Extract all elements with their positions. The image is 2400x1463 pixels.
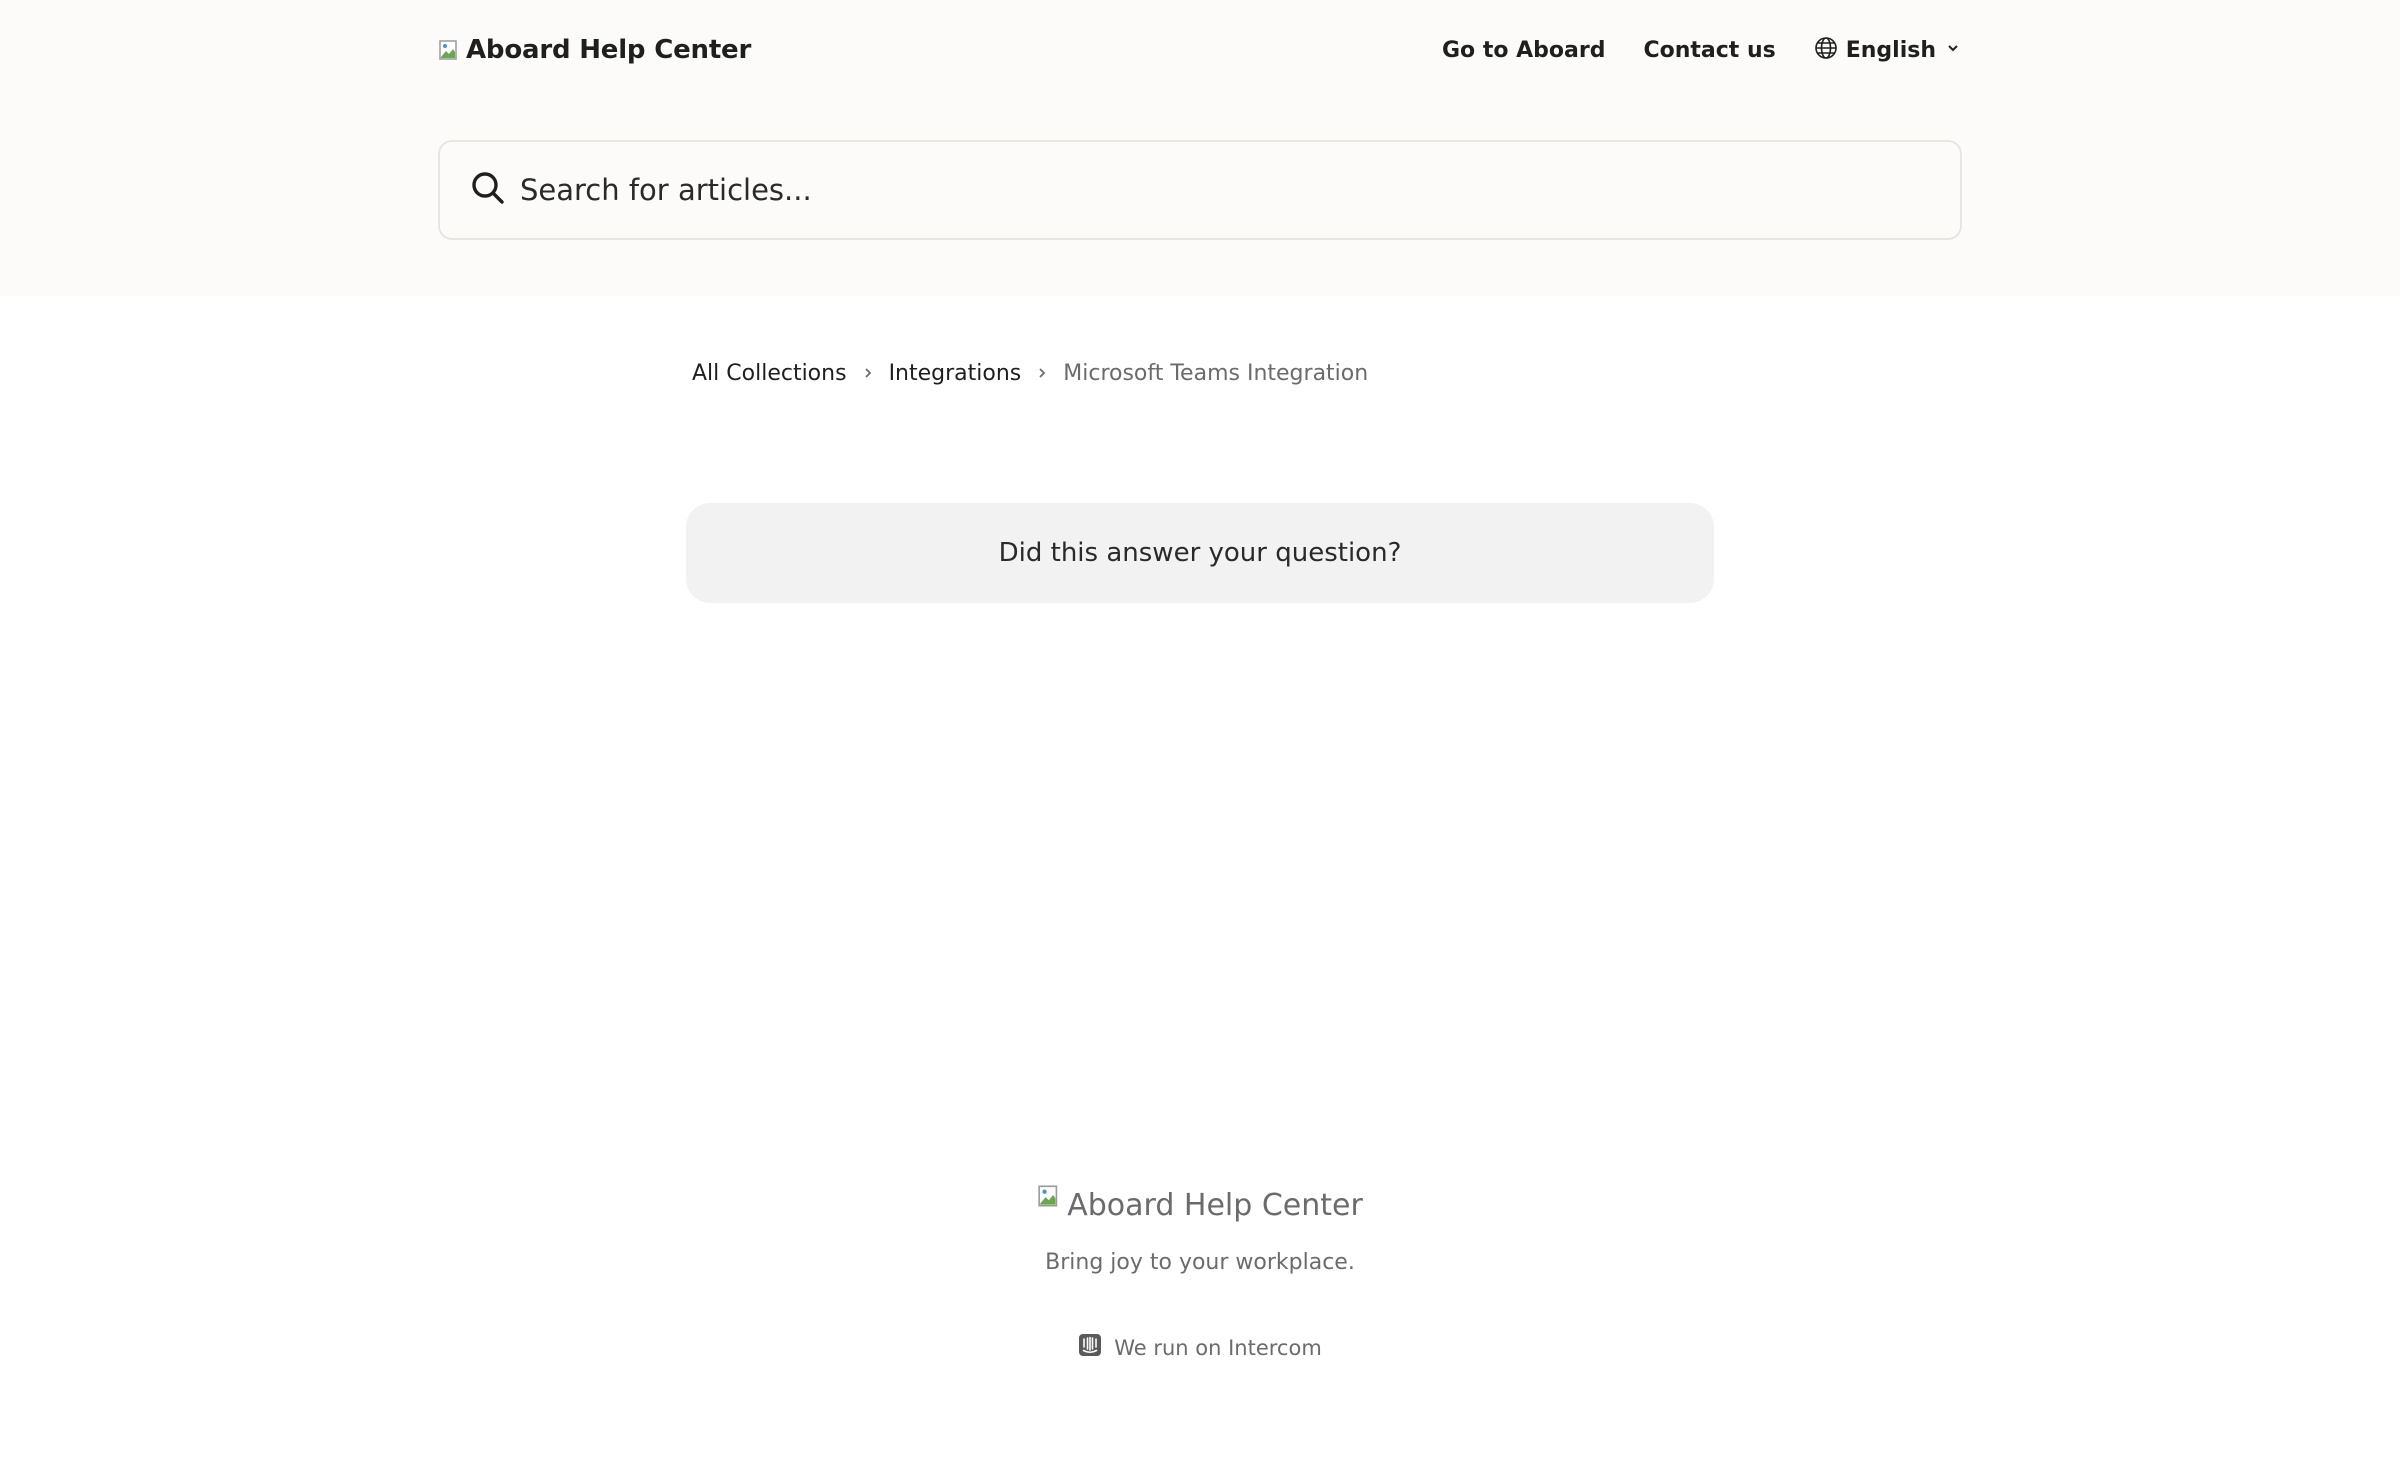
top-nav: Go to Aboard Contact us English xyxy=(1442,36,1962,64)
breadcrumb-all-collections[interactable]: All Collections xyxy=(692,361,847,386)
feedback-box: Did this answer your question? xyxy=(686,503,1714,603)
broken-image-icon xyxy=(438,37,464,63)
globe-icon xyxy=(1814,36,1838,64)
chevron-right-icon xyxy=(861,366,875,380)
search-input[interactable] xyxy=(520,173,1920,207)
header-bar: Aboard Help Center Go to Aboard Contact … xyxy=(438,0,1962,100)
footer: Aboard Help Center Bring joy to your wor… xyxy=(0,1180,2400,1362)
footer-logo-link[interactable]: Aboard Help Center xyxy=(1037,1180,1363,1230)
footer-tagline: Bring joy to your workplace. xyxy=(1045,1250,1355,1275)
contact-us-link[interactable]: Contact us xyxy=(1643,38,1775,63)
breadcrumb-current: Microsoft Teams Integration xyxy=(1063,360,1369,386)
language-selector[interactable]: English xyxy=(1814,36,1962,64)
breadcrumb: All Collections Integrations Microsoft T… xyxy=(692,356,1368,390)
intercom-link[interactable]: We run on Intercom xyxy=(1078,1333,1322,1362)
intercom-icon xyxy=(1078,1333,1102,1362)
footer-logo-text: Aboard Help Center xyxy=(1067,1187,1363,1223)
broken-image-icon xyxy=(1037,1182,1065,1210)
chevron-down-icon xyxy=(1944,39,1962,61)
intercom-label: We run on Intercom xyxy=(1114,1335,1322,1360)
logo-text: Aboard Help Center xyxy=(466,35,752,65)
language-label: English xyxy=(1845,37,1936,63)
header: Aboard Help Center Go to Aboard Contact … xyxy=(0,0,2400,296)
breadcrumb-integrations[interactable]: Integrations xyxy=(889,361,1022,386)
search-bar[interactable] xyxy=(438,140,1962,240)
logo-link[interactable]: Aboard Help Center xyxy=(438,35,751,65)
chevron-right-icon xyxy=(1035,366,1049,380)
search-icon xyxy=(470,170,506,210)
go-to-aboard-link[interactable]: Go to Aboard xyxy=(1442,38,1605,63)
feedback-question: Did this answer your question? xyxy=(998,538,1402,568)
